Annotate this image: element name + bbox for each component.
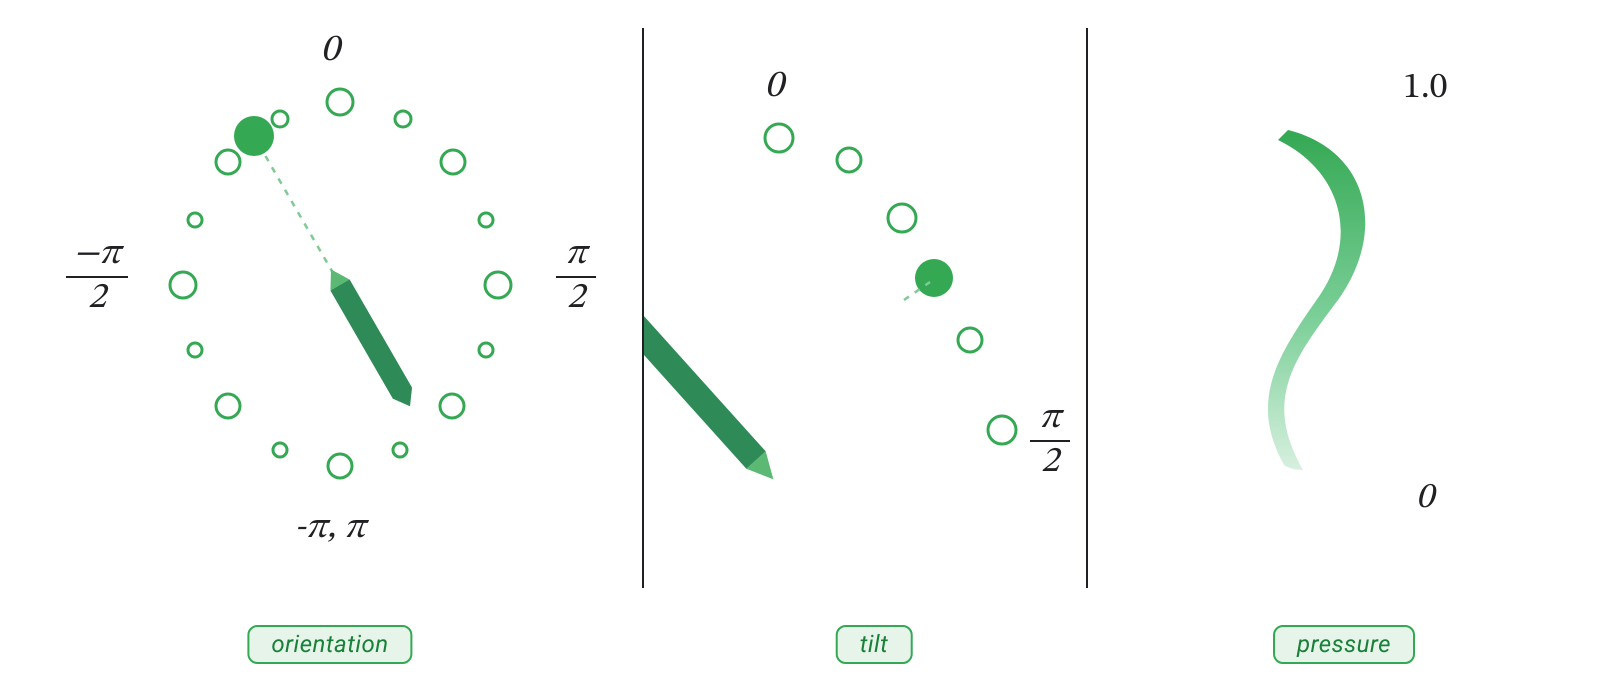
pencil-icon [644, 284, 783, 488]
orientation-indicator-dot [234, 116, 274, 156]
tilt-label-right: π 2 [1024, 400, 1076, 480]
orientation-label-left: −π 2 [62, 236, 132, 316]
pencil-icon [321, 264, 419, 412]
orientation-label-bottom: -π, π [294, 510, 365, 546]
tilt-indicator-dot [915, 259, 953, 297]
pressure-label-max: 1.0 [1403, 70, 1447, 106]
diagram-stage: 0 -π, π −π 2 π 2 orientation [0, 0, 1600, 694]
orientation-label-right: π 2 [550, 236, 602, 316]
orientation-label-top: 0 [321, 32, 340, 70]
tilt-label-top: 0 [765, 68, 784, 106]
panel-tilt: 0 π 2 tilt [644, 0, 1084, 694]
orientation-pill: orientation [247, 625, 412, 664]
panel-pressure: 1.0 0 pressure [1088, 0, 1600, 694]
pressure-pill: pressure [1273, 625, 1415, 664]
tilt-gauge [644, 0, 1084, 620]
pressure-curve [1088, 0, 1600, 620]
pressure-label-min: 0 [1416, 480, 1434, 516]
tilt-pill: tilt [836, 625, 913, 664]
panel-orientation: 0 -π, π −π 2 π 2 orientation [0, 0, 640, 694]
pressure-stroke [1268, 130, 1365, 470]
